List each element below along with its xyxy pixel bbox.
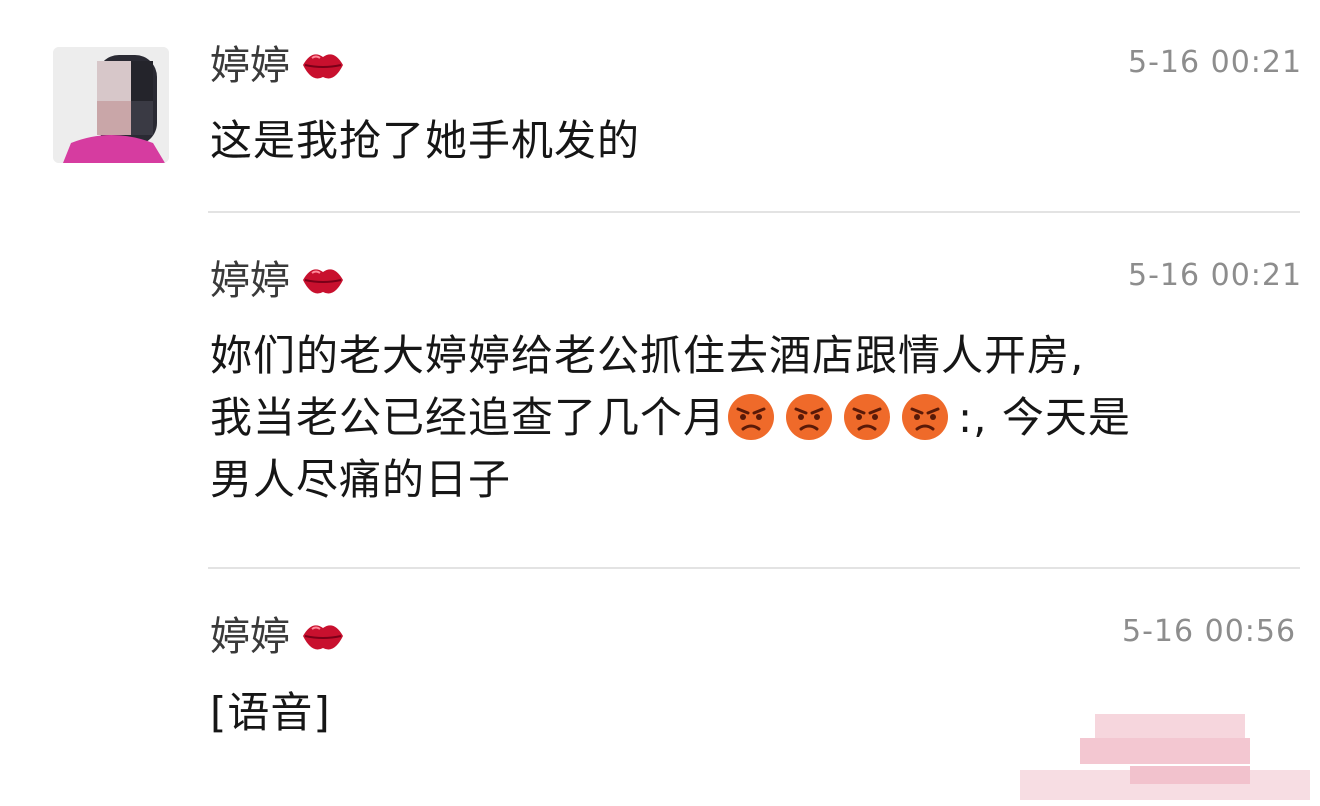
kissing-lips-icon bbox=[303, 54, 343, 79]
angry-face-icon bbox=[844, 394, 891, 440]
message-text: 这是我抢了她手机发的 bbox=[210, 116, 641, 165]
message-line: 我当老公已经追查了几个月:, 今天是 bbox=[210, 387, 1131, 449]
angry-face-icon bbox=[902, 394, 949, 440]
sender-name[interactable]: 婷婷 bbox=[210, 258, 290, 304]
message-segment: :, 今天是 bbox=[958, 393, 1131, 442]
avatar[interactable] bbox=[53, 47, 169, 163]
message-line: 男人尽痛的日子 bbox=[210, 455, 512, 504]
message-line: 妳们的老大婷婷给老公抓住去酒店跟情人开房, bbox=[210, 331, 1085, 380]
sender-name[interactable]: 婷婷 bbox=[210, 43, 290, 89]
message-timestamp: 5-16 00:21 bbox=[1128, 258, 1303, 293]
angry-face-icon bbox=[728, 394, 775, 440]
sender-name[interactable]: 婷婷 bbox=[210, 614, 290, 660]
message-divider bbox=[208, 567, 1300, 569]
kissing-lips-icon bbox=[303, 625, 343, 650]
message-timestamp: 5-16 00:56 bbox=[1122, 614, 1297, 649]
avatar-image bbox=[53, 47, 169, 163]
blurred-watermark bbox=[1020, 714, 1310, 800]
sender-name-row: 婷婷 bbox=[210, 257, 346, 305]
sender-name-row: 婷婷 bbox=[210, 42, 346, 90]
message-timestamp: 5-16 00:21 bbox=[1128, 45, 1303, 80]
sender-name-row: 婷婷 bbox=[210, 613, 346, 661]
message-divider bbox=[208, 211, 1300, 213]
message-segment: 我当老公已经追查了几个月 bbox=[210, 393, 727, 442]
message-text: 妳们的老大婷婷给老公抓住去酒店跟情人开房, 我当老公已经追查了几个月:, 今天… bbox=[210, 325, 1131, 511]
kissing-lips-icon bbox=[303, 269, 343, 294]
voice-message[interactable]: [语音] bbox=[210, 682, 331, 744]
angry-face-icon bbox=[786, 394, 833, 440]
